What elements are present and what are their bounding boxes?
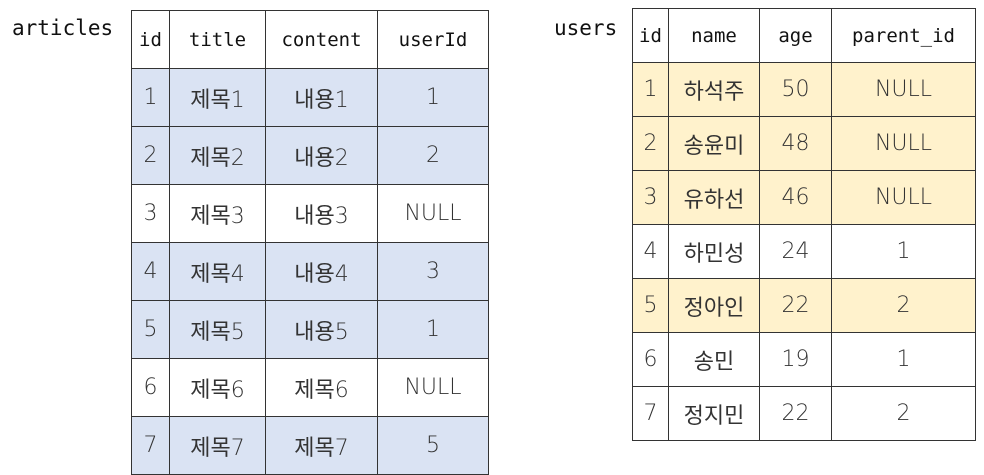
table-cell: 24 <box>759 224 832 279</box>
table-cell: 내용4 <box>265 242 378 301</box>
table-cell: 제목1 <box>169 68 266 127</box>
table-cell: 송윤미 <box>668 116 760 171</box>
table-cell: 5 <box>131 300 170 359</box>
table-cell: 2 <box>831 386 976 441</box>
table-cell: 22 <box>759 278 832 333</box>
table-cell: 3 <box>131 184 170 243</box>
users-column-header-age: age <box>759 8 832 63</box>
table-row: 6 송민 19 1 <box>632 332 976 387</box>
users-table: id name age parent_id 1 하석주 50 NULL 2 송윤미 48 NULL 3… <box>632 8 976 441</box>
articles-column-header-title: title <box>169 10 266 69</box>
table-row: 2 송윤미 48 NULL <box>632 116 976 171</box>
table-row: 4 제목4 내용4 3 <box>131 242 489 301</box>
table-cell: 1 <box>377 300 489 359</box>
table-cell: 1 <box>632 62 669 117</box>
table-cell: 송민 <box>668 332 760 387</box>
users-table-label: users <box>554 16 618 40</box>
table-cell: 정아인 <box>668 278 760 333</box>
table-cell: 48 <box>759 116 832 171</box>
table-row: 1 제목1 내용1 1 <box>131 68 489 127</box>
table-cell: NULL <box>831 170 976 225</box>
table-cell: 7 <box>131 416 170 475</box>
table-row: 5 제목5 내용5 1 <box>131 300 489 359</box>
table-cell: 4 <box>131 242 170 301</box>
table-cell: NULL <box>831 116 976 171</box>
table-row: 5 정아인 22 2 <box>632 278 976 333</box>
table-cell: 2 <box>831 278 976 333</box>
table-cell: 제목7 <box>265 416 378 475</box>
articles-header-row: id title content userId <box>131 10 489 69</box>
users-column-header-name: name <box>668 8 760 63</box>
table-cell: NULL <box>377 358 489 417</box>
table-cell: 정지민 <box>668 386 760 441</box>
table-cell: 제목3 <box>169 184 266 243</box>
users-body: 1 하석주 50 NULL 2 송윤미 48 NULL 3 유하선 46 NULL 4 하민성 24 1 5 정아… <box>632 62 976 441</box>
table-cell: 제목2 <box>169 126 266 185</box>
table-cell: 50 <box>759 62 832 117</box>
table-cell: 5 <box>377 416 489 475</box>
table-row: 1 하석주 50 NULL <box>632 62 976 117</box>
users-column-header-id: id <box>632 8 669 63</box>
table-cell: 2 <box>632 116 669 171</box>
table-cell: 6 <box>632 332 669 387</box>
table-cell: 1 <box>831 332 976 387</box>
table-cell: 제목6 <box>265 358 378 417</box>
table-cell: 2 <box>131 126 170 185</box>
users-column-header-parent-id: parent_id <box>831 8 976 63</box>
table-cell: 유하선 <box>668 170 760 225</box>
articles-column-header-content: content <box>265 10 378 69</box>
articles-column-header-userid: userId <box>377 10 489 69</box>
table-cell: NULL <box>377 184 489 243</box>
table-cell: 제목4 <box>169 242 266 301</box>
table-cell: 22 <box>759 386 832 441</box>
table-cell: 5 <box>632 278 669 333</box>
table-cell: 2 <box>377 126 489 185</box>
table-cell: 19 <box>759 332 832 387</box>
table-cell: 46 <box>759 170 832 225</box>
table-cell: 하민성 <box>668 224 760 279</box>
articles-body: 1 제목1 내용1 1 2 제목2 내용2 2 3 제목3 내용3 NULL 4 제목4 내용4 3 5 제목5 내… <box>131 68 489 475</box>
table-cell: 하석주 <box>668 62 760 117</box>
table-row: 7 정지민 22 2 <box>632 386 976 441</box>
table-cell: 내용3 <box>265 184 378 243</box>
table-cell: NULL <box>831 62 976 117</box>
table-row: 4 하민성 24 1 <box>632 224 976 279</box>
users-header-row: id name age parent_id <box>632 8 976 63</box>
table-cell: 제목5 <box>169 300 266 359</box>
table-cell: 7 <box>632 386 669 441</box>
table-cell: 1 <box>377 68 489 127</box>
articles-column-header-id: id <box>131 10 170 69</box>
table-row: 7 제목7 제목7 5 <box>131 416 489 475</box>
table-cell: 내용5 <box>265 300 378 359</box>
table-cell: 3 <box>632 170 669 225</box>
table-cell: 제목6 <box>169 358 266 417</box>
table-cell: 3 <box>377 242 489 301</box>
table-cell: 내용1 <box>265 68 378 127</box>
table-row: 6 제목6 제목6 NULL <box>131 358 489 417</box>
table-row: 3 제목3 내용3 NULL <box>131 184 489 243</box>
articles-table-label: articles <box>12 16 114 40</box>
table-cell: 1 <box>831 224 976 279</box>
table-row: 3 유하선 46 NULL <box>632 170 976 225</box>
table-cell: 1 <box>131 68 170 127</box>
table-cell: 6 <box>131 358 170 417</box>
table-cell: 4 <box>632 224 669 279</box>
table-row: 2 제목2 내용2 2 <box>131 126 489 185</box>
table-cell: 내용2 <box>265 126 378 185</box>
table-cell: 제목7 <box>169 416 266 475</box>
articles-table: id title content userId 1 제목1 내용1 1 2 제목2 내용2 2 3 제목… <box>131 10 489 475</box>
